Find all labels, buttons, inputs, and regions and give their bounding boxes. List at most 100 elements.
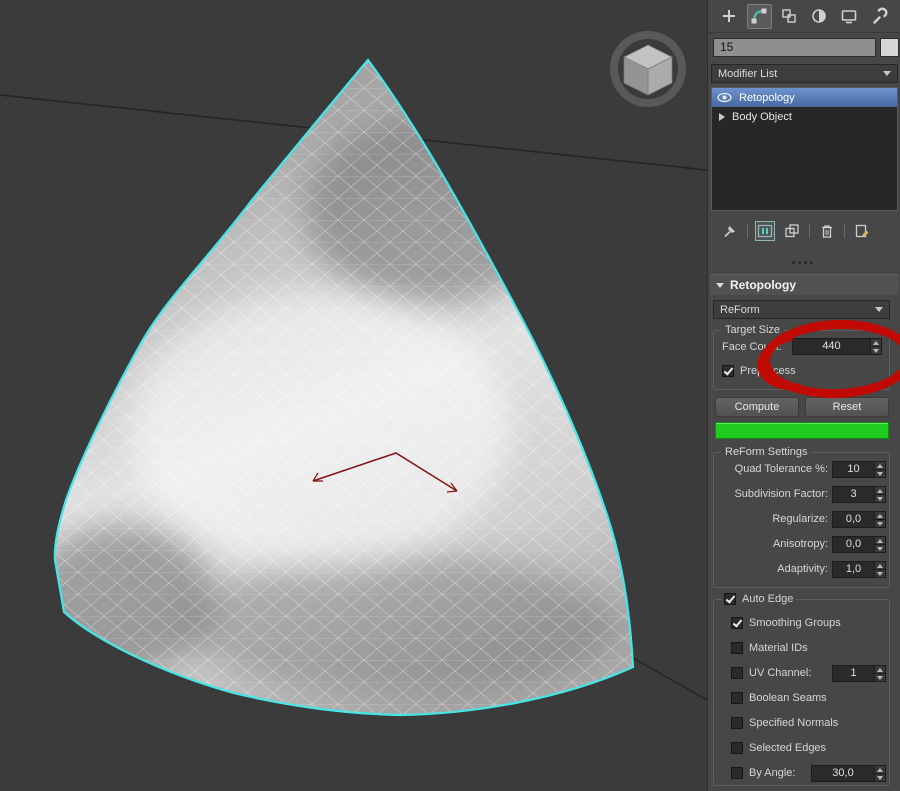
spinner-up-icon[interactable] [875, 462, 885, 470]
tab-create[interactable] [717, 4, 742, 29]
by-angle-value[interactable]: 30,0 [812, 766, 874, 781]
uv-channel-spinner[interactable]: 1 [832, 665, 886, 682]
by-angle-checkbox[interactable] [731, 767, 743, 779]
auto-edge-row: Auto Edge [721, 593, 796, 605]
spinner-down-icon[interactable] [875, 774, 885, 781]
spinner-down-icon[interactable] [875, 470, 885, 477]
material-ids-checkbox[interactable] [731, 642, 743, 654]
make-unique-button[interactable] [782, 221, 802, 241]
quad-tolerance-value[interactable]: 10 [833, 462, 874, 477]
spinner-up-icon[interactable] [875, 766, 885, 774]
spinner-buttons [874, 537, 885, 552]
face-count-label: Face Count: [722, 341, 782, 353]
specified-normals-label: Specified Normals [749, 717, 838, 729]
adaptivity-spinner[interactable]: 1,0 [832, 561, 886, 578]
adaptivity-value[interactable]: 1,0 [833, 562, 874, 577]
auto-edge-checkbox[interactable] [724, 593, 736, 605]
face-count-value[interactable]: 440 [793, 339, 870, 354]
smoothing-groups-checkbox[interactable] [731, 617, 743, 629]
app-window: 15 Modifier List Retopology Body Object [0, 0, 900, 791]
viewport-3d[interactable] [0, 0, 707, 791]
spinner-up-icon[interactable] [875, 512, 885, 520]
command-panel-tabs [708, 0, 900, 33]
spinner-down-icon[interactable] [871, 347, 881, 354]
tab-motion[interactable] [807, 4, 832, 29]
spinner-buttons [874, 562, 885, 577]
spinner-up-icon[interactable] [875, 537, 885, 545]
subdivision-factor-label: Subdivision Factor: [716, 488, 828, 500]
regularize-label: Regularize: [716, 513, 828, 525]
by-angle-label: By Angle: [749, 767, 795, 779]
uv-channel-checkbox[interactable] [731, 667, 743, 679]
anisotropy-spinner[interactable]: 0,0 [832, 536, 886, 553]
scene-canvas[interactable] [0, 0, 707, 791]
spinner-up-icon[interactable] [875, 666, 885, 674]
spinner-up-icon[interactable] [875, 562, 885, 570]
spinner-down-icon[interactable] [875, 495, 885, 502]
panel-splitter-handle[interactable] [792, 261, 795, 264]
auto-edge-label: Auto Edge [742, 593, 793, 605]
preset-dropdown[interactable]: ReForm [713, 300, 890, 319]
object-name-field[interactable]: 15 [713, 38, 876, 57]
stack-item-retopology[interactable]: Retopology [712, 88, 897, 107]
modify-curve-icon [750, 7, 768, 25]
stack-item-body-object[interactable]: Body Object [712, 107, 897, 126]
retopology-mesh-object[interactable] [0, 0, 707, 791]
expand-triangle-icon[interactable] [719, 113, 725, 121]
modifier-list-dropdown[interactable]: Modifier List [711, 64, 898, 83]
stack-item-label: Retopology [739, 92, 795, 104]
by-angle-row: By Angle: [731, 767, 795, 779]
spinner-down-icon[interactable] [875, 674, 885, 681]
spinner-down-icon[interactable] [875, 520, 885, 527]
subdivision-factor-value[interactable]: 3 [833, 487, 874, 502]
boolean-seams-checkbox[interactable] [731, 692, 743, 704]
motion-circle-icon [810, 7, 828, 25]
viewcube[interactable] [600, 25, 696, 115]
spinner-down-icon[interactable] [875, 570, 885, 577]
face-count-spinner[interactable]: 440 [792, 338, 882, 355]
object-color-swatch[interactable] [880, 38, 899, 57]
rollout-collapse-icon [716, 283, 724, 288]
tab-modify[interactable] [747, 4, 772, 29]
boolean-seams-row: Boolean Seams [731, 692, 827, 704]
spinner-up-icon[interactable] [875, 487, 885, 495]
target-size-group: Target Size Face Count: 440 Preprocess [713, 330, 890, 390]
subdivision-factor-spinner[interactable]: 3 [832, 486, 886, 503]
make-unique-icon [784, 223, 800, 239]
trash-icon [819, 223, 835, 239]
selected-edges-row: Selected Edges [731, 742, 826, 754]
rollout-header-retopology[interactable]: Retopology [710, 274, 899, 295]
tab-hierarchy[interactable] [777, 4, 802, 29]
setting-row: Subdivision Factor: 3 [714, 486, 889, 503]
pin-stack-button[interactable] [720, 221, 740, 241]
selected-edges-checkbox[interactable] [731, 742, 743, 754]
show-end-result-icon [757, 223, 773, 239]
reset-button[interactable]: Reset [805, 397, 889, 417]
regularize-spinner[interactable]: 0,0 [832, 511, 886, 528]
smoothing-groups-label: Smoothing Groups [749, 617, 841, 629]
material-ids-label: Material IDs [749, 642, 808, 654]
spinner-up-icon[interactable] [871, 339, 881, 347]
spinner-down-icon[interactable] [875, 545, 885, 552]
anisotropy-value[interactable]: 0,0 [833, 537, 874, 552]
pin-icon [722, 223, 738, 239]
compute-button[interactable]: Compute [715, 397, 799, 417]
uv-channel-row: UV Channel: [731, 667, 811, 679]
visibility-eye-icon[interactable] [717, 92, 732, 103]
configure-modifier-sets-button[interactable] [852, 221, 872, 241]
remove-modifier-button[interactable] [817, 221, 837, 241]
tab-utilities[interactable] [867, 4, 892, 29]
spinner-buttons [874, 512, 885, 527]
by-angle-spinner[interactable]: 30,0 [811, 765, 886, 782]
preprocess-checkbox[interactable] [722, 365, 734, 377]
uv-channel-value[interactable]: 1 [833, 666, 874, 681]
regularize-value[interactable]: 0,0 [833, 512, 874, 527]
show-end-result-button[interactable] [755, 221, 775, 241]
smoothing-groups-row: Smoothing Groups [731, 617, 841, 629]
specified-normals-row: Specified Normals [731, 717, 838, 729]
spinner-buttons [870, 339, 881, 354]
specified-normals-checkbox[interactable] [731, 717, 743, 729]
setting-row: Anisotropy: 0,0 [714, 536, 889, 553]
tab-display[interactable] [837, 4, 862, 29]
quad-tolerance-spinner[interactable]: 10 [832, 461, 886, 478]
